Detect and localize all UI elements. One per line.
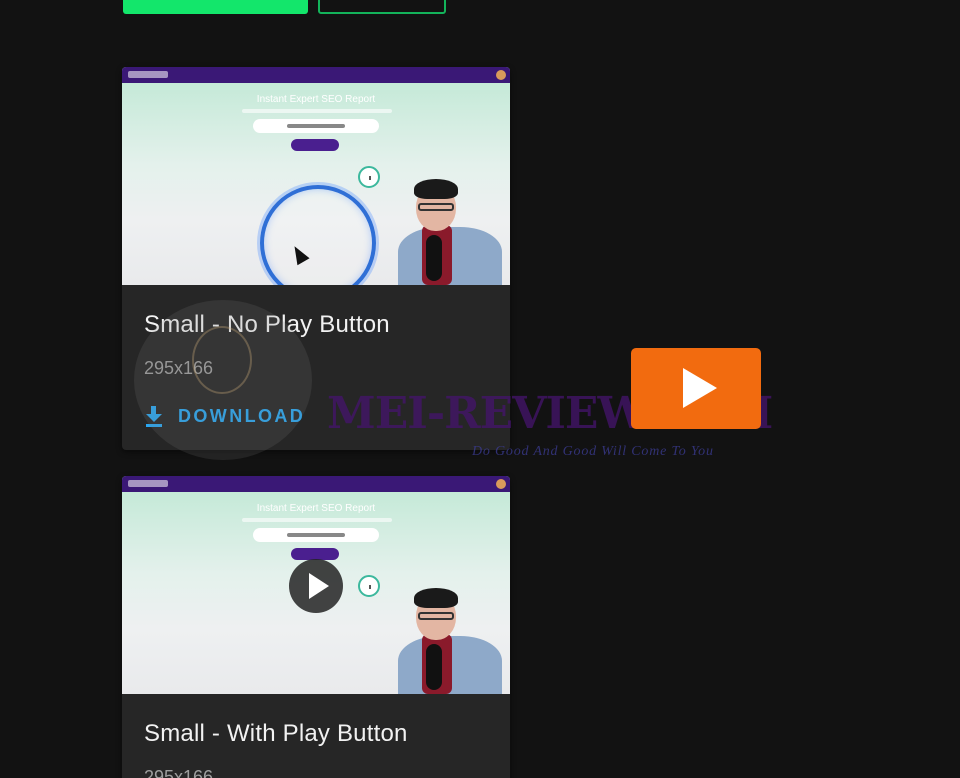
primary-button[interactable] bbox=[123, 0, 308, 14]
video-thumbnail[interactable]: Instant Expert SEO Report bbox=[122, 476, 510, 694]
thumbnail-header-bar bbox=[122, 476, 510, 492]
thumbnail-input bbox=[253, 119, 379, 133]
watermark-avatar bbox=[134, 300, 312, 460]
card-title: Small - With Play Button bbox=[144, 720, 408, 747]
thumbnail-header-bar bbox=[122, 67, 510, 83]
secondary-button[interactable] bbox=[318, 0, 446, 14]
video-play-button[interactable] bbox=[631, 348, 761, 429]
avatar bbox=[496, 70, 506, 80]
logo-icon bbox=[128, 480, 168, 487]
watermark-tagline: Do Good And Good Will Come To You bbox=[472, 444, 714, 459]
thumbnail-card-small-with-play: Instant Expert SEO Report Small - With P… bbox=[122, 476, 510, 778]
thumbnail-input bbox=[253, 528, 379, 542]
avatar bbox=[496, 479, 506, 489]
presenter-image bbox=[398, 179, 504, 285]
play-icon[interactable] bbox=[289, 559, 343, 613]
logo-icon bbox=[128, 71, 168, 78]
thumbnail-subtext bbox=[242, 518, 392, 522]
presenter-image bbox=[398, 588, 504, 694]
video-thumbnail[interactable]: Instant Expert SEO Report bbox=[122, 67, 510, 285]
click-highlight-ring bbox=[260, 185, 376, 285]
thumbnail-subtext bbox=[242, 109, 392, 113]
thumbnail-heading: Instant Expert SEO Report bbox=[256, 94, 376, 105]
thumbnail-submit bbox=[291, 139, 339, 151]
clock-icon bbox=[358, 575, 380, 597]
clock-icon bbox=[358, 166, 380, 188]
thumbnail-heading: Instant Expert SEO Report bbox=[256, 503, 376, 514]
card-size: 295x166 bbox=[144, 767, 214, 778]
